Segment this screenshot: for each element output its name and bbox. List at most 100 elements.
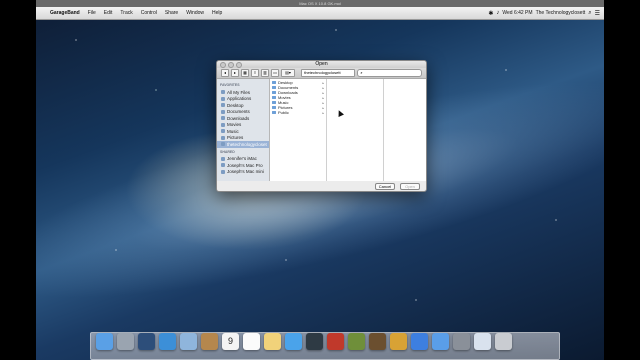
app-menu[interactable]: GarageBand [46,10,84,16]
search-field[interactable]: ⌕ [357,69,422,77]
downloads-icon [221,116,225,121]
disclosure-arrow-icon: ▸ [322,110,324,115]
desktop-icon [221,103,225,108]
sidebar-item-label: All My Files [227,89,251,95]
contacts-icon[interactable] [201,333,218,350]
clock[interactable]: Wed 6:42 PM [502,10,532,16]
browser-column-3 [384,79,426,181]
location-label: thetechnologyclosett [304,70,341,75]
computer-icon [221,156,225,161]
close-button[interactable] [220,62,226,68]
zoom-button[interactable] [236,62,242,68]
open-button[interactable]: Open [400,182,420,190]
sidebar-item-label: Movies [227,122,242,128]
sidebar-item-label: Documents [227,109,250,115]
menu-control[interactable]: Control [137,10,161,16]
folder-icon [272,86,276,89]
sidebar-item-label: Jennifer's iMac [227,156,257,162]
folder-icon [272,101,276,104]
spotlight-icon[interactable]: ⌕ [588,10,591,17]
computer-icon [221,169,225,174]
mail-icon[interactable] [180,333,197,350]
folder-name: Public [278,110,289,115]
menu-track[interactable]: Track [116,10,136,16]
sidebar-item-label: thetechnologycloset [227,141,267,147]
sidebar-item-label: Applications [227,96,252,102]
itunes-icon[interactable] [411,333,428,350]
folder-icon [272,96,276,99]
music-icon [221,129,225,134]
finder-icon[interactable] [96,333,113,350]
window-caption: Mac OS X 10.8 GK.mol [36,0,604,7]
menu-edit[interactable]: Edit [100,10,117,16]
disclosure-arrow-icon: ▸ [322,95,324,100]
back-button[interactable]: ◂ [221,69,229,77]
user-menu[interactable]: The Technologyclosett [536,10,586,16]
menubar: GarageBand File Edit Track Control Share… [36,7,604,20]
sidebar-item-shared-3[interactable]: Joseph's Mac mini [217,169,269,176]
facetime-icon[interactable] [306,333,323,350]
menu-share[interactable]: Share [161,10,182,16]
open-dialog: Open ◂ ▸ ▦ ≡ ▥ ▭ ▤▾ thetechnologyclosett… [216,60,427,192]
all-files-icon [221,90,225,95]
sidebar-item-label: Desktop [227,102,244,108]
cancel-button[interactable]: Cancel [375,182,395,190]
list-item[interactable]: Public ▸ [270,110,326,115]
notification-center-icon[interactable]: ☰ [595,10,600,17]
system-preferences-icon[interactable] [453,333,470,350]
folder-icon [272,91,276,94]
forward-button[interactable]: ▸ [231,69,239,77]
bluetooth-icon[interactable]: ✱ [488,10,493,17]
sidebar: FAVORITES All My Files Applications Desk… [217,79,270,181]
movies-icon [221,122,225,127]
menu-window[interactable]: Window [182,10,208,16]
safari-icon[interactable] [159,333,176,350]
computer-icon [221,163,225,168]
messages-icon[interactable] [285,333,302,350]
notes-icon[interactable] [264,333,281,350]
column-view-button[interactable]: ▥ [261,69,269,77]
calendar-icon[interactable]: 9 [222,333,239,350]
dialog-body: FAVORITES All My Files Applications Desk… [217,79,426,181]
location-popup[interactable]: thetechnologyclosett [301,69,356,77]
trash-icon[interactable] [495,333,512,350]
dock-icons: 9 [96,333,512,350]
desktop: Mac OS X 10.8 GK.mol GarageBand File Edi… [36,0,604,360]
mission-control-icon[interactable] [138,333,155,350]
arrange-button[interactable]: ▤▾ [281,69,296,77]
coverflow-view-button[interactable]: ▭ [271,69,279,77]
favorites-header: FAVORITES [220,83,240,87]
app-store-icon[interactable] [432,333,449,350]
sidebar-item-label: Joseph's Mac mini [227,169,264,175]
disclosure-arrow-icon: ▸ [322,90,324,95]
volume-icon[interactable]: ♪ [496,10,499,16]
documents-icon[interactable] [474,333,491,350]
home-icon [221,142,225,147]
sidebar-item-label: Music [227,128,239,134]
minimize-button[interactable] [228,62,234,68]
sidebar-item-label: Downloads [227,115,250,121]
search-icon: ⌕ [360,70,363,75]
documents-icon [221,109,225,114]
pictures-icon [221,135,225,140]
reminders-icon[interactable] [243,333,260,350]
icon-view-button[interactable]: ▦ [241,69,249,77]
menu-file[interactable]: File [84,10,100,16]
dialog-titlebar: Open [217,61,426,68]
imovie-icon[interactable] [369,333,386,350]
iphoto-icon[interactable] [348,333,365,350]
list-view-button[interactable]: ≡ [251,69,259,77]
disclosure-arrow-icon: ▸ [322,80,324,85]
launchpad-icon[interactable] [117,333,134,350]
browser-column-2 [327,79,384,181]
dialog-footer: Cancel Open [217,181,426,191]
disclosure-arrow-icon: ▸ [322,100,324,105]
folder-icon [272,106,276,109]
sidebar-item-label: Pictures [227,135,244,141]
menu-help[interactable]: Help [208,10,226,16]
garageband-icon[interactable] [390,333,407,350]
disclosure-arrow-icon: ▸ [322,105,324,110]
photo-booth-icon[interactable] [327,333,344,350]
folder-icon [272,111,276,114]
disclosure-arrow-icon: ▸ [322,85,324,90]
